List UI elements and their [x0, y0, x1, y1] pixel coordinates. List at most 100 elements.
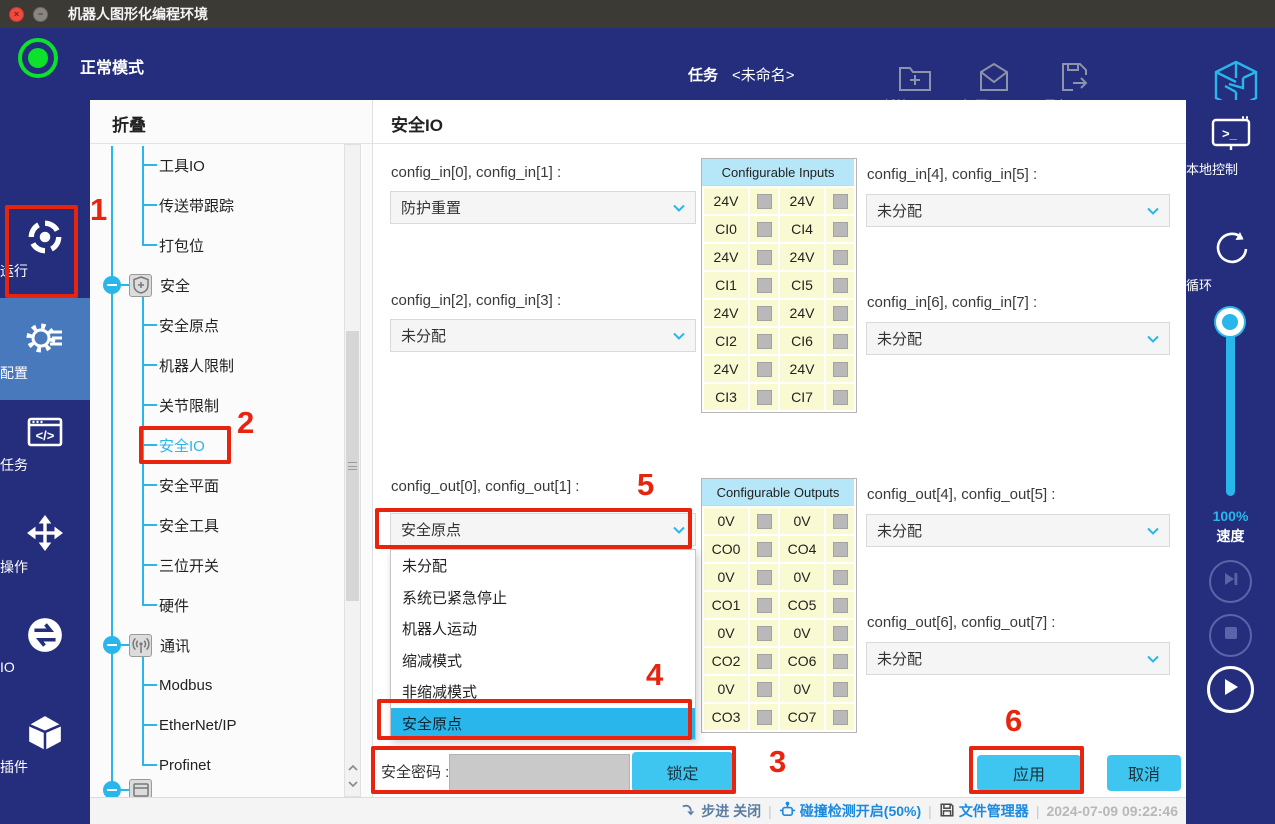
scrollbar-thumb[interactable] — [346, 331, 359, 601]
sidebar-item-operate[interactable]: 操作 — [0, 514, 90, 552]
open-button[interactable]: 打开 — [962, 62, 1026, 92]
save-button[interactable]: 保存 — [1043, 62, 1107, 92]
io-terminal — [826, 300, 854, 326]
code-window-icon: </> — [0, 414, 90, 450]
tree-connector — [121, 284, 129, 286]
tree-group[interactable]: 安全 — [103, 273, 190, 297]
config-out-0-1-dropdown[interactable]: 安全原点 — [390, 513, 696, 546]
play-button[interactable] — [1207, 666, 1254, 713]
sidebar-item-label: 配置 — [0, 363, 28, 383]
dropdown-option[interactable]: 机器人运动 — [391, 613, 695, 645]
sidebar-item-label: 插件 — [0, 757, 28, 777]
collapse-toggle-icon[interactable] — [103, 276, 121, 294]
io-table-title: Configurable Outputs — [702, 479, 854, 506]
speed-slider-track[interactable] — [1226, 324, 1235, 496]
collapse-toggle-icon[interactable] — [103, 781, 121, 797]
config-in-2-3-label: config_in[2], config_in[3] : — [391, 292, 561, 309]
tree-item-label: 安全平面 — [159, 475, 219, 496]
local-control-button[interactable]: >_ 本地控制 — [1186, 116, 1275, 154]
stop-button[interactable] — [1209, 614, 1252, 657]
io-pin-label: 24V — [704, 300, 748, 326]
sidebar-item-run[interactable]: 运行 — [0, 218, 90, 256]
scroll-down-icon[interactable] — [346, 777, 359, 791]
file-manager-status[interactable]: 文件管理器 — [939, 801, 1029, 821]
dropdown-option[interactable]: 缩减模式 — [391, 645, 695, 677]
dropdown-option[interactable]: 系统已紧急停止 — [391, 582, 695, 614]
svg-text:>_: >_ — [1222, 126, 1238, 141]
step-status[interactable]: 步进 关闭 — [681, 801, 761, 821]
task-info: 任务 <未命名> — [688, 64, 795, 85]
sidebar-item-plugin[interactable]: 插件 — [0, 714, 90, 752]
new-button[interactable]: 新建 — [883, 62, 947, 92]
scroll-up-icon[interactable] — [346, 761, 359, 775]
tree-item[interactable]: 工具IO — [142, 151, 205, 179]
tree-scrollbar[interactable] — [344, 144, 361, 797]
tree-item[interactable]: 安全IO — [142, 431, 205, 459]
loop-label: 循环 — [1186, 275, 1212, 294]
config-in-2-3-dropdown[interactable]: 未分配 — [390, 319, 696, 352]
tree-item-label: 硬件 — [159, 595, 189, 616]
chevron-down-icon — [673, 521, 685, 538]
io-arrows-icon — [0, 616, 90, 654]
safety-io-panel: 安全IO config_in[0], config_in[1] : 防护重置 c… — [373, 100, 1186, 797]
tree-item[interactable]: 打包位 — [142, 231, 204, 259]
tree-group[interactable]: 通讯 — [103, 633, 190, 657]
io-pin-label: 0V — [704, 508, 748, 534]
dropdown-option[interactable]: 非缩减模式 — [391, 676, 695, 708]
step-forward-button[interactable] — [1209, 560, 1252, 603]
io-table-title: Configurable Inputs — [702, 159, 854, 186]
new-folder-icon — [883, 62, 947, 92]
io-terminal — [826, 384, 854, 410]
sidebar-item-io[interactable]: IO — [0, 616, 90, 654]
lock-button[interactable]: 锁定 — [632, 752, 733, 792]
collision-status[interactable]: 碰撞检测开启(50%) — [779, 801, 921, 821]
tree-group[interactable] — [103, 778, 152, 797]
task-label: 任务 — [688, 64, 718, 85]
io-pin-label: CO0 — [704, 536, 748, 562]
config-in-6-7-dropdown[interactable]: 未分配 — [866, 322, 1170, 355]
io-pin-label: 0V — [780, 620, 824, 646]
io-terminal — [750, 648, 778, 674]
cancel-button[interactable]: 取消 — [1107, 755, 1181, 791]
sidebar-item-task[interactable]: </> 任务 — [0, 414, 90, 450]
config-in-4-5-dropdown[interactable]: 未分配 — [866, 194, 1170, 227]
collapse-header[interactable]: 折叠 — [112, 111, 146, 136]
dropdown-option[interactable]: 安全原点 — [391, 708, 695, 740]
tree-item[interactable]: 安全平面 — [142, 471, 219, 499]
config-in-0-1-dropdown[interactable]: 防护重置 — [390, 191, 696, 224]
sidebar-item-config[interactable]: 配置 — [0, 298, 90, 400]
clock-timestamp: 2024-07-09 09:22:46 — [1046, 803, 1178, 819]
close-icon[interactable]: × — [9, 7, 24, 22]
speed-slider-thumb[interactable] — [1216, 308, 1244, 336]
tree-item-label: EtherNet/IP — [159, 717, 237, 734]
window-title: 机器人图形化编程环境 — [68, 4, 208, 24]
tree-item[interactable]: 硬件 — [142, 591, 189, 619]
config-out-4-5-dropdown[interactable]: 未分配 — [866, 514, 1170, 547]
tree-item[interactable]: 机器人限制 — [142, 351, 234, 379]
apply-button[interactable]: 应用 — [977, 755, 1081, 791]
chevron-down-icon — [1147, 202, 1159, 219]
tree-item[interactable]: Modbus — [142, 671, 212, 699]
tree-item[interactable]: 传送带跟踪 — [142, 191, 234, 219]
tree-item[interactable]: 关节限制 — [142, 391, 219, 419]
chevron-down-icon — [673, 199, 685, 216]
tree-item[interactable]: 安全工具 — [142, 511, 219, 539]
tree-item[interactable]: Profinet — [142, 751, 211, 779]
io-pin-label: 0V — [780, 508, 824, 534]
tree-item[interactable]: 安全原点 — [142, 311, 219, 339]
play-icon — [1222, 677, 1240, 702]
speed-value: 100% — [1186, 508, 1275, 524]
collapse-toggle-icon[interactable] — [103, 636, 121, 654]
loop-button[interactable]: 循环 — [1186, 228, 1275, 270]
minimize-icon[interactable]: − — [33, 7, 48, 22]
sidebar-item-label: 运行 — [0, 261, 28, 281]
dropdown-option[interactable]: 未分配 — [391, 550, 695, 582]
safety-password-input[interactable] — [449, 754, 630, 791]
config-out-6-7-label: config_out[6], config_out[7] : — [867, 614, 1055, 631]
config-out-6-7-dropdown[interactable]: 未分配 — [866, 642, 1170, 675]
tree-item[interactable]: EtherNet/IP — [142, 711, 237, 739]
io-terminal — [826, 356, 854, 382]
tree-item[interactable]: 三位开关 — [142, 551, 219, 579]
tree-item-label: 机器人限制 — [159, 355, 234, 376]
io-terminal — [750, 300, 778, 326]
